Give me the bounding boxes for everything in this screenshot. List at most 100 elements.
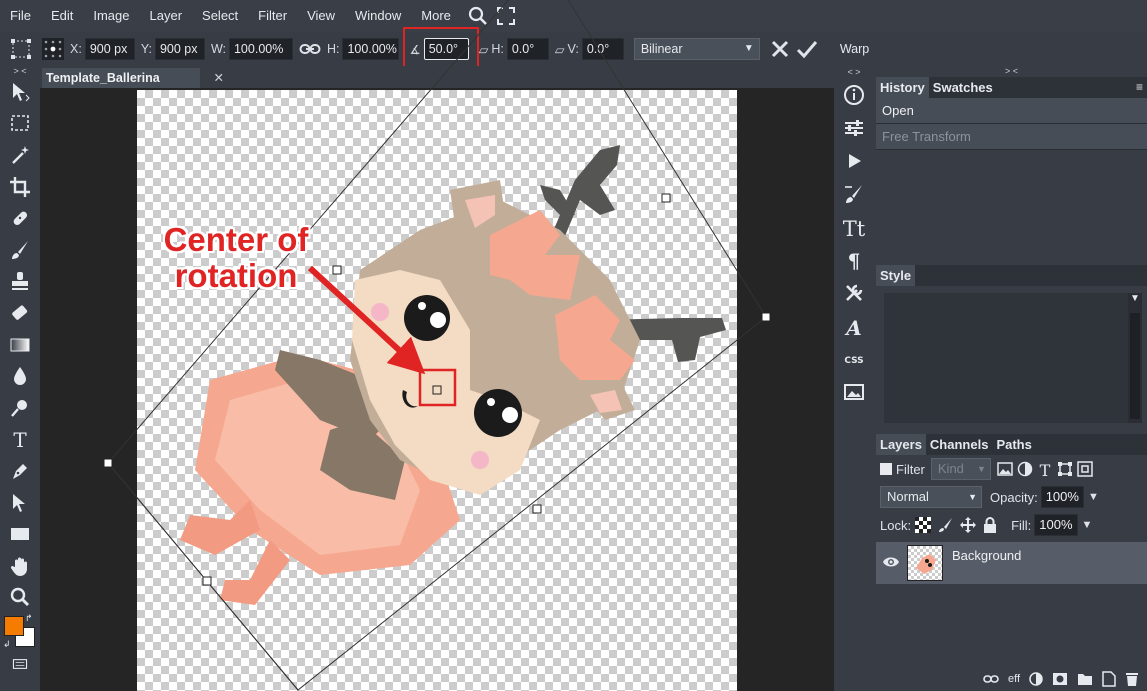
paragraph-icon[interactable]: ¶ — [834, 243, 874, 276]
link-layers-icon[interactable] — [983, 674, 999, 684]
hand-tool[interactable] — [0, 550, 40, 582]
layer-name: Background — [952, 548, 1022, 563]
interpolation-select[interactable]: Bilinear ▼ — [633, 38, 760, 60]
tab-layers[interactable]: Layers — [876, 434, 926, 455]
commit-transform-button[interactable] — [796, 39, 818, 59]
lock-position-icon[interactable] — [959, 516, 977, 534]
fill-input[interactable]: 100% — [1034, 514, 1078, 536]
filter-shape-icon[interactable] — [1057, 461, 1073, 477]
history-item[interactable]: Free Transform — [876, 124, 1147, 150]
menu-layer[interactable]: Layer — [140, 0, 193, 32]
reference-point-icon[interactable] — [42, 38, 64, 60]
swap-colors-icon[interactable]: ↱ — [25, 613, 33, 624]
default-colors-icon[interactable]: ↲ — [3, 639, 11, 650]
lock-all-icon[interactable] — [983, 517, 997, 533]
menu-select[interactable]: Select — [192, 0, 248, 32]
fullscreen-icon[interactable] — [495, 5, 517, 27]
tab-history[interactable]: History — [876, 77, 929, 98]
filter-adjustment-icon[interactable] — [1017, 461, 1033, 477]
image-icon[interactable] — [834, 375, 874, 408]
x-input[interactable]: 900 px — [84, 38, 135, 60]
lock-pixels-icon[interactable] — [937, 517, 953, 533]
filter-image-icon[interactable] — [997, 462, 1013, 476]
marquee-tool[interactable] — [0, 108, 40, 140]
kind-select[interactable]: Kind ▼ — [930, 458, 991, 480]
width-input[interactable]: 100.00% — [228, 38, 293, 60]
magic-wand-tool[interactable] — [0, 139, 40, 171]
pen-tool[interactable] — [0, 455, 40, 487]
document-tab[interactable]: Template_Ballerina ✕ — [42, 68, 224, 88]
canvas[interactable] — [137, 90, 737, 691]
info-icon[interactable] — [834, 78, 874, 111]
type-tool[interactable]: T — [0, 424, 40, 456]
history-item[interactable]: Open — [876, 98, 1147, 124]
warp-button[interactable]: Warp — [840, 42, 869, 56]
transform-bbox-icon[interactable] — [10, 38, 32, 60]
menu-view[interactable]: View — [297, 0, 345, 32]
strip-collapse[interactable]: < > — [834, 66, 874, 78]
brush-settings-icon[interactable] — [834, 177, 874, 210]
css-icon[interactable]: CSS — [834, 342, 874, 375]
actions-play-icon[interactable] — [834, 144, 874, 177]
link-proportions-icon[interactable] — [299, 42, 321, 56]
color-swatches[interactable]: ↱ ↲ — [0, 613, 40, 653]
lock-transparency-icon[interactable] — [915, 517, 932, 533]
close-icon[interactable]: ✕ — [214, 68, 224, 88]
menu-edit[interactable]: Edit — [41, 0, 83, 32]
path-select-tool[interactable] — [0, 487, 40, 519]
eraser-tool[interactable] — [0, 297, 40, 329]
tab-channels[interactable]: Channels — [925, 434, 993, 455]
brush-tool[interactable] — [0, 234, 40, 266]
eye-icon[interactable] — [882, 555, 900, 569]
blur-tool[interactable] — [0, 360, 40, 392]
fill-dropdown-icon[interactable]: ▼ — [1082, 519, 1093, 531]
new-layer-icon[interactable] — [1102, 671, 1116, 687]
toolbar-collapse[interactable]: > < — [0, 66, 40, 76]
clone-stamp-tool[interactable] — [0, 266, 40, 298]
shape-tool[interactable] — [0, 518, 40, 550]
tab-swatches[interactable]: Swatches — [928, 77, 997, 98]
height-input[interactable]: 100.00% — [342, 38, 400, 60]
zoom-tool[interactable] — [0, 582, 40, 614]
opacity-input[interactable]: 100% — [1040, 486, 1084, 508]
search-icon[interactable] — [467, 5, 489, 27]
layer-row[interactable]: Background — [876, 542, 1147, 584]
skew-h-input[interactable]: 0.0° — [506, 38, 549, 60]
filter-type-icon[interactable]: T — [1037, 461, 1053, 477]
adjustments-icon[interactable] — [834, 111, 874, 144]
menu-image[interactable]: Image — [83, 0, 139, 32]
character-icon[interactable]: Tt — [834, 210, 874, 243]
gradient-tool[interactable] — [0, 329, 40, 361]
panels-collapse[interactable]: > < — [876, 66, 1147, 77]
healing-tool[interactable] — [0, 202, 40, 234]
tab-paths[interactable]: Paths — [992, 434, 1036, 455]
blend-opacity-row: Normal ▼ Opacity: 100% ▼ — [876, 483, 1147, 511]
move-tool[interactable] — [0, 76, 40, 108]
menu-window[interactable]: Window — [345, 0, 411, 32]
adjustment-layer-icon[interactable] — [1029, 672, 1043, 686]
filter-smart-object-icon[interactable] — [1077, 461, 1093, 477]
crop-tool[interactable] — [0, 171, 40, 203]
skew-v-input[interactable]: 0.0° — [581, 38, 624, 60]
app-window: File Edit Image Layer Select Filter View… — [0, 0, 1147, 691]
panel-menu-icon[interactable]: ≡ — [1136, 77, 1147, 98]
cancel-transform-button[interactable] — [770, 39, 790, 59]
menu-file[interactable]: File — [0, 0, 41, 32]
new-group-icon[interactable] — [1077, 672, 1093, 686]
filter-checkbox[interactable] — [880, 463, 892, 475]
style-scrollbar[interactable]: ▼ — [1128, 293, 1142, 423]
dodge-tool[interactable] — [0, 392, 40, 424]
tab-style[interactable]: Style — [876, 265, 916, 286]
y-input[interactable]: 900 px — [154, 38, 205, 60]
layer-effects-button[interactable]: eff — [1008, 673, 1020, 685]
trash-icon[interactable] — [1125, 671, 1139, 687]
opacity-dropdown-icon[interactable]: ▼ — [1088, 491, 1099, 503]
glyphs-icon[interactable]: A — [834, 309, 874, 342]
tools-icon[interactable] — [834, 276, 874, 309]
menu-filter[interactable]: Filter — [248, 0, 297, 32]
layer-mask-icon[interactable] — [1052, 672, 1068, 686]
foreground-color-swatch[interactable] — [4, 616, 24, 637]
quick-mask-icon[interactable] — [0, 653, 40, 675]
style-list[interactable]: ▼ — [884, 293, 1142, 423]
blend-mode-select[interactable]: Normal ▼ — [880, 486, 982, 508]
